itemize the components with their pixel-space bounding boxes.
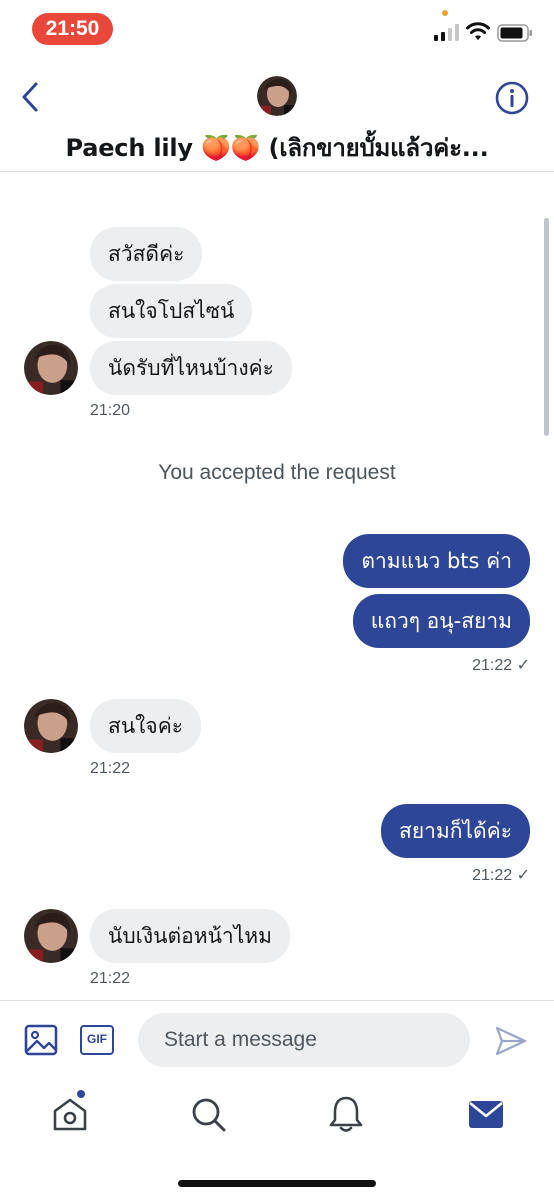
- status-bar: 21:50: [0, 0, 554, 58]
- avatar[interactable]: [257, 76, 297, 116]
- message-bubble-incoming[interactable]: นัดรับที่ไหนบ้างค่ะ: [90, 341, 292, 395]
- message-composer: GIF: [0, 1000, 554, 1080]
- message-bubble-outgoing[interactable]: สยามก็ได้ค่ะ: [381, 804, 530, 858]
- send-icon[interactable]: [494, 1025, 528, 1057]
- message-timestamp: 21:22 ✓: [472, 867, 530, 884]
- conversation-header: Paech lily 🍑🍑 (เลิกขายบั้มแล้วค่ะ...: [0, 58, 554, 172]
- message-bubble-incoming[interactable]: สวัสดีค่ะ: [90, 227, 203, 281]
- message-bubble-outgoing[interactable]: แถวๆ อนุ-สยาม: [352, 594, 530, 648]
- mic-indicator-dot: [442, 10, 448, 16]
- avatar[interactable]: [24, 909, 78, 963]
- signal-icon: [434, 24, 459, 41]
- status-time: 21:50: [32, 13, 113, 45]
- home-indicator[interactable]: [178, 1180, 376, 1187]
- image-icon[interactable]: [24, 1023, 58, 1057]
- search-icon[interactable]: [188, 1094, 228, 1134]
- message-timestamp: 21:22: [90, 760, 131, 777]
- message-bubble-incoming[interactable]: นับเงินต่อหน้าไหม: [90, 909, 290, 963]
- chat-title: Paech lily 🍑🍑 (เลิกขายบั้มแล้วค่ะ...: [65, 134, 489, 162]
- gif-button[interactable]: GIF: [80, 1025, 114, 1055]
- chevron-left-icon[interactable]: [16, 80, 44, 114]
- info-circle-icon[interactable]: [494, 80, 530, 116]
- wifi-icon: [466, 22, 490, 40]
- message-bubble-incoming[interactable]: สนใจโปสไซน์: [90, 284, 253, 338]
- message-timestamp: 21:22 ✓: [472, 657, 530, 674]
- notification-dot: [77, 1090, 85, 1098]
- avatar[interactable]: [24, 341, 78, 395]
- message-timestamp: 21:22: [90, 970, 131, 987]
- battery-icon: [497, 24, 532, 42]
- scrollbar[interactable]: [544, 218, 549, 436]
- message-input[interactable]: [138, 1013, 470, 1067]
- system-message: You accepted the request: [158, 461, 396, 484]
- avatar[interactable]: [24, 699, 78, 753]
- message-timestamp: 21:20: [90, 402, 131, 419]
- mail-icon[interactable]: [466, 1094, 506, 1134]
- home-icon[interactable]: [50, 1094, 90, 1134]
- bell-icon[interactable]: [326, 1094, 366, 1134]
- message-bubble-outgoing[interactable]: ตามแนว bts ค่า: [343, 534, 530, 588]
- message-bubble-incoming[interactable]: สนใจค่ะ: [90, 699, 202, 753]
